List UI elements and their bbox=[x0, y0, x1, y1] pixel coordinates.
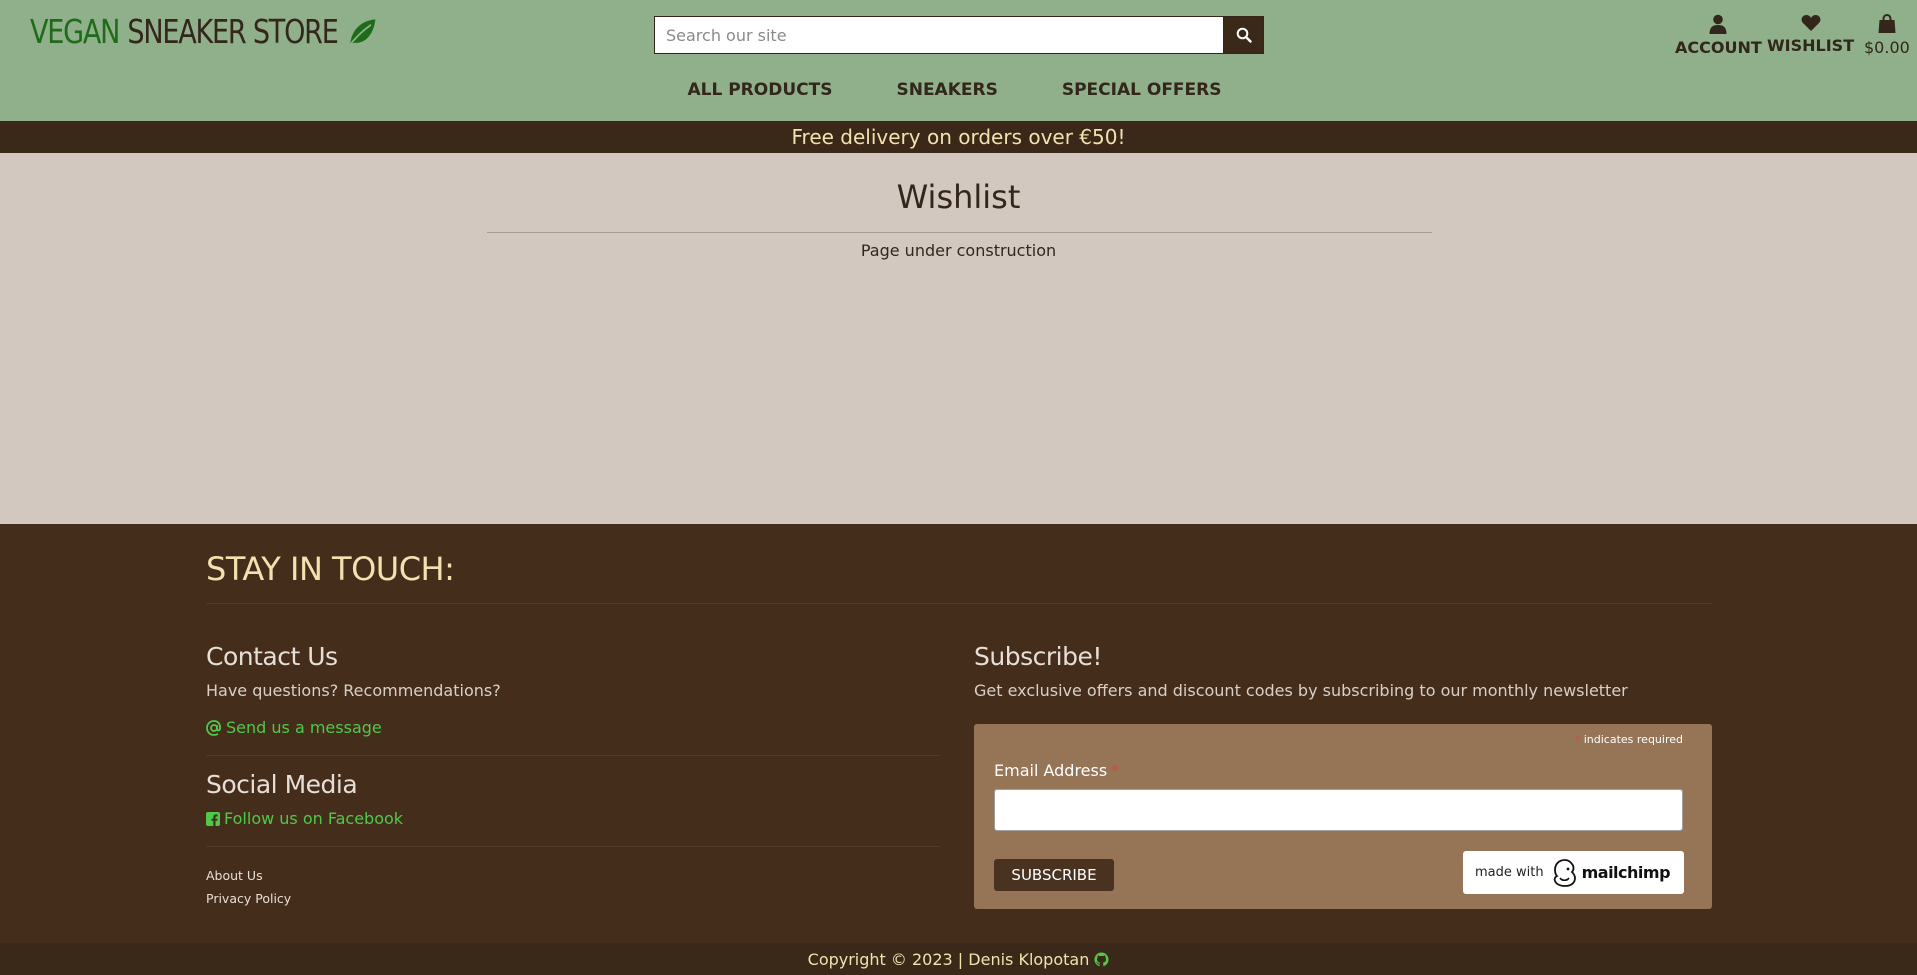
nav-all-products[interactable]: ALL PRODUCTS bbox=[655, 80, 864, 100]
email-label: Email Address * bbox=[994, 761, 1119, 780]
email-required-asterisk: * bbox=[1111, 761, 1120, 780]
page-title: Wishlist bbox=[896, 178, 1021, 216]
search-button[interactable] bbox=[1223, 16, 1264, 54]
required-note-text: indicates required bbox=[1583, 733, 1683, 746]
required-asterisk: * bbox=[1574, 733, 1581, 746]
newsletter-form: * indicates required Email Address * SUBS… bbox=[974, 724, 1712, 909]
footer-title: STAY IN TOUCH: bbox=[206, 550, 455, 588]
footer-divider bbox=[206, 603, 1712, 604]
mailchimp-badge[interactable]: made with mailchimp bbox=[1463, 851, 1684, 894]
contact-text: Have questions? Recommendations? bbox=[206, 681, 501, 700]
contact-heading: Contact Us bbox=[206, 642, 338, 671]
heart-icon bbox=[1801, 15, 1820, 31]
social-heading: Social Media bbox=[206, 770, 358, 799]
site-logo[interactable]: VEGAN SNEAKER STORE bbox=[30, 12, 377, 51]
facebook-link-text: Follow us on Facebook bbox=[224, 809, 404, 828]
logo-text-sneaker-store: SNEAKER STORE bbox=[127, 12, 338, 51]
search-bar bbox=[654, 16, 1264, 54]
facebook-link[interactable]: Follow us on Facebook bbox=[206, 809, 940, 828]
search-input[interactable] bbox=[654, 16, 1223, 54]
subscribe-text: Get exclusive offers and discount codes … bbox=[974, 681, 1628, 700]
nav-sneakers[interactable]: SNEAKERS bbox=[864, 80, 1029, 100]
at-sign-icon bbox=[206, 719, 221, 736]
mailchimp-wordmark: mailchimp bbox=[1581, 863, 1671, 882]
email-field[interactable] bbox=[994, 789, 1683, 831]
wishlist-label: WISHLIST bbox=[1767, 36, 1855, 55]
footer-left-column: Contact Us Have questions? Recommendatio… bbox=[206, 642, 940, 906]
copyright-bar: Copyright © 2023 | Denis Klopotan bbox=[0, 943, 1917, 975]
bag-total: $0.00 bbox=[1864, 38, 1910, 57]
privacy-policy-link[interactable]: Privacy Policy bbox=[206, 891, 940, 906]
account-link[interactable]: ACCOUNT bbox=[1675, 14, 1762, 57]
search-icon bbox=[1236, 27, 1252, 43]
nav-special-offers[interactable]: SPECIAL OFFERS bbox=[1030, 80, 1254, 100]
facebook-icon bbox=[206, 811, 220, 826]
wishlist-link[interactable]: WISHLIST bbox=[1767, 14, 1854, 55]
social-divider bbox=[206, 846, 940, 847]
subscribe-button[interactable]: SUBSCRIBE bbox=[994, 859, 1114, 891]
main-nav: ALL PRODUCTS SNEAKERS SPECIAL OFFERS bbox=[0, 80, 1917, 100]
delivery-banner: Free delivery on orders over €50! bbox=[0, 121, 1917, 153]
subscribe-heading: Subscribe! bbox=[974, 642, 1102, 671]
send-message-text: Send us a message bbox=[226, 718, 382, 737]
badge-prefix: made with bbox=[1475, 865, 1544, 880]
shopping-bag-icon bbox=[1878, 14, 1896, 33]
logo-text-vegan: VEGAN bbox=[30, 12, 120, 51]
shopping-bag-link[interactable]: $0.00 bbox=[1864, 14, 1910, 57]
about-us-link[interactable]: About Us bbox=[206, 868, 940, 883]
page-body-text: Page under construction bbox=[860, 241, 1057, 260]
email-label-text: Email Address bbox=[994, 761, 1108, 780]
copyright-text: Copyright © 2023 | Denis Klopotan bbox=[807, 949, 1090, 969]
mailchimp-logo: mailchimp bbox=[1552, 858, 1671, 888]
account-label: ACCOUNT bbox=[1675, 38, 1762, 57]
site-header: VEGAN SNEAKER STORE ALL PRODUCTS SNEAKER… bbox=[0, 0, 1917, 121]
delivery-banner-text: Free delivery on orders over €50! bbox=[791, 125, 1126, 149]
title-divider bbox=[487, 232, 1432, 233]
github-icon[interactable] bbox=[1094, 951, 1109, 967]
required-note: * indicates required bbox=[1575, 733, 1683, 746]
contact-divider bbox=[206, 755, 940, 756]
send-message-link[interactable]: Send us a message bbox=[206, 718, 940, 737]
footer-right-column: Subscribe! Get exclusive offers and disc… bbox=[974, 642, 1712, 700]
user-icon bbox=[1709, 14, 1727, 34]
main-content: Wishlist Page under construction bbox=[0, 153, 1917, 524]
leaf-icon bbox=[348, 18, 376, 47]
mailchimp-freddie-icon bbox=[1553, 858, 1576, 887]
